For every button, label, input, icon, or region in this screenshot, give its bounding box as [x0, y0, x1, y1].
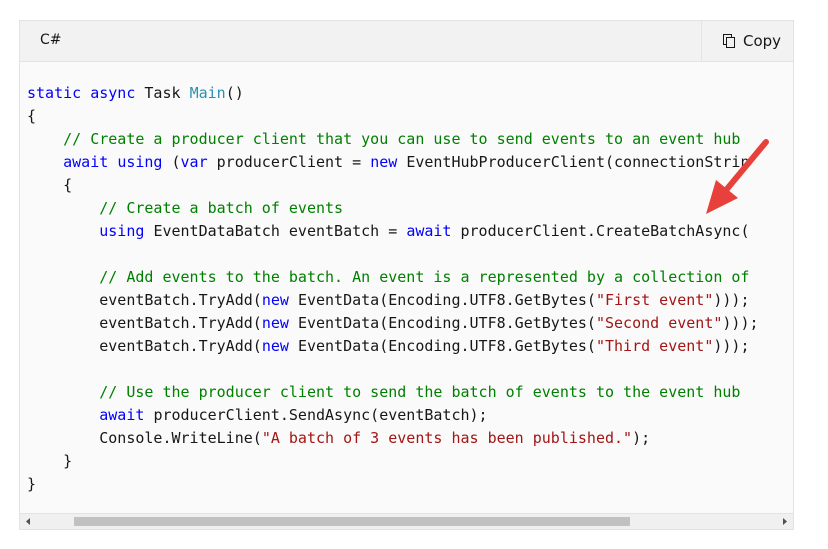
code-token: eventBatch.TryAdd(	[99, 337, 262, 355]
code-token: )));	[713, 291, 750, 309]
code-token: producerClient =	[216, 153, 362, 171]
code-token: {	[63, 176, 73, 194]
code-token: );	[632, 429, 651, 447]
code-token: using	[99, 222, 145, 240]
code-token: var	[180, 153, 208, 171]
code-token: }	[27, 475, 37, 493]
code-string: "Second event"	[595, 314, 723, 332]
code-header: C# Copy	[20, 21, 793, 62]
code-area[interactable]: static async Task Main() { // Create a p…	[20, 62, 793, 513]
code-token: ()	[225, 84, 244, 102]
code-token: producerClient.SendAsync(eventBatch);	[153, 406, 488, 424]
code-token: new	[261, 337, 289, 355]
code-comment: // Create a batch of events	[99, 199, 344, 217]
code-comment: // Add events to the batch. An event is …	[99, 268, 750, 286]
code-token: EventData(Encoding.UTF8.GetBytes(	[297, 314, 596, 332]
code-token: new	[261, 291, 289, 309]
code-comment: // Use the producer client to send the b…	[99, 383, 741, 401]
horizontal-scrollbar[interactable]	[20, 513, 793, 529]
code-block: C# Copy static async Task Main() { // Cr…	[19, 20, 794, 530]
code-token: static	[27, 84, 82, 102]
code-comment: // Create a producer client that you can…	[63, 130, 741, 148]
code-token: new	[370, 153, 398, 171]
code-token: (	[171, 153, 181, 171]
copy-label: Copy	[743, 32, 782, 50]
code-token: await	[406, 222, 452, 240]
scrollbar-thumb[interactable]	[74, 517, 630, 526]
code-string: "Third event"	[595, 337, 714, 355]
code-token: )));	[722, 314, 759, 332]
code-token: eventBatch.TryAdd(	[99, 291, 262, 309]
copy-icon	[723, 34, 735, 48]
code-token: {	[27, 107, 37, 125]
language-label: C#	[40, 32, 62, 48]
code-token: )));	[713, 337, 750, 355]
code-token: EventData(Encoding.UTF8.GetBytes(	[297, 337, 596, 355]
code-token: Console.WriteLine(	[99, 429, 262, 447]
code-token: eventBatch.TryAdd(	[99, 314, 262, 332]
code-string: "First event"	[595, 291, 714, 309]
code-token: using	[117, 153, 163, 171]
code-token: await	[63, 153, 109, 171]
code-token: }	[63, 452, 73, 470]
code-content: static async Task Main() { // Create a p…	[27, 82, 759, 496]
triangle-left-icon[interactable]	[20, 514, 36, 529]
copy-button[interactable]: Copy	[701, 21, 793, 61]
code-token: EventData(Encoding.UTF8.GetBytes(	[297, 291, 596, 309]
code-token: EventHubProducerClient(connectionStrin	[406, 153, 750, 171]
triangle-right-icon[interactable]	[777, 514, 793, 529]
code-token: await	[99, 406, 145, 424]
code-token: EventDataBatch eventBatch =	[153, 222, 398, 240]
code-token: new	[261, 314, 289, 332]
code-token: async	[90, 84, 136, 102]
code-token: Task	[144, 84, 181, 102]
code-string: "A batch of 3 events has been published.…	[261, 429, 633, 447]
code-token: producerClient.CreateBatchAsync(	[460, 222, 750, 240]
code-token: Main	[189, 84, 226, 102]
